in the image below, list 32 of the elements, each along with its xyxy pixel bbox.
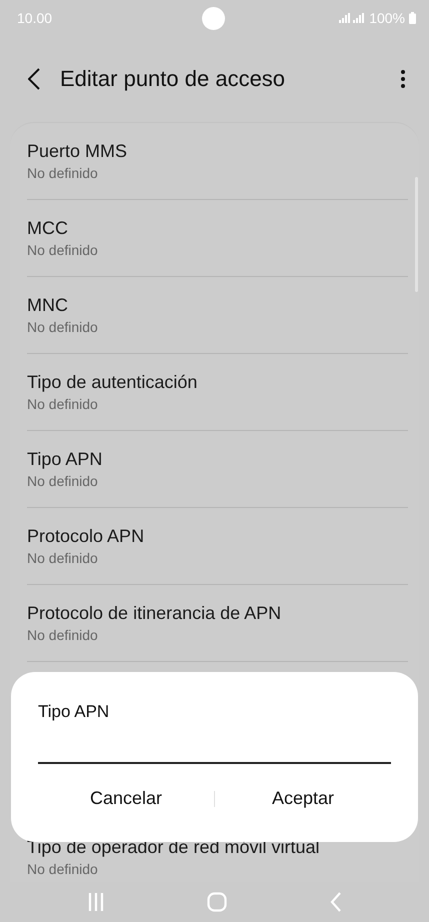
back-icon [28,68,40,90]
dialog-button[interactable]: Aceptar [215,780,391,817]
setting-title: Protocolo APN [27,526,146,547]
page-title: Editar punto de acceso [60,66,286,92]
setting-title: Tipo APN [27,449,104,470]
setting-item[interactable]: Tipo de autenticación No definido [27,354,408,431]
setting-item[interactable]: Protocolo APN No definido [27,508,408,585]
setting-value: No definido [27,550,99,566]
dialog-button[interactable]: Cancelar [38,780,214,817]
setting-value: No definido [27,242,99,258]
setting-value: No definido [27,319,99,335]
setting-title: Puerto MMS [27,141,128,162]
battery-icon [409,12,416,24]
setting-value: No definido [27,165,99,181]
dialog-title: Tipo APN [38,702,110,722]
setting-item[interactable]: Protocolo de itinerancia de APN No definido [27,585,408,662]
setting-item[interactable]: MCC No definido [27,200,408,277]
more-icon [401,70,405,88]
setting-value: No definido [27,396,99,412]
setting-value: No definido [27,627,99,643]
setting-value: No definido [27,861,99,877]
setting-title: MNC [27,295,69,316]
setting-title: Protocolo de itinerancia de APN [27,603,282,624]
signal-icon [339,13,366,23]
setting-title: MCC [27,218,69,239]
setting-item[interactable]: MNC No definido [27,277,408,354]
setting-item[interactable]: Tipo APN No definido [27,431,408,508]
setting-value: No definido [27,473,99,489]
camera-hole [202,7,225,30]
back-button[interactable] [26,66,42,92]
setting-title: Tipo de autenticación [27,372,198,393]
setting-item[interactable]: Puerto MMS No definido [27,123,408,200]
